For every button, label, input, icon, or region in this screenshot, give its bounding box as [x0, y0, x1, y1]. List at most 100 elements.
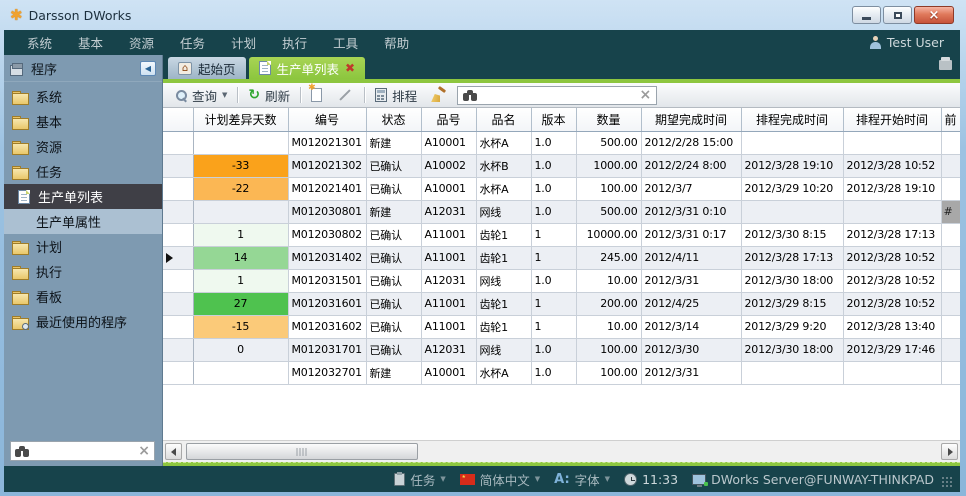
status-task-label: 任务	[410, 470, 435, 489]
row-indicator-cell	[163, 154, 193, 177]
menu-item-7[interactable]: 工具	[320, 29, 371, 56]
sidebar-items: 系统基本资源任务生产单列表生产单属性计划执行看板最近使用的程序	[4, 84, 162, 334]
table-row[interactable]: M012032701新建A10001水杯A1.0100.002012/3/31	[163, 361, 960, 384]
status-server: DWorks Server@FUNWAY-THINKPAD	[692, 472, 934, 487]
clock-icon	[624, 473, 637, 486]
close-button[interactable]: ×	[914, 6, 954, 24]
cell-sched-end-time: 2012/3/29 8:15	[741, 292, 843, 315]
column-header-2[interactable]: 编号	[288, 108, 366, 131]
menu-items: 系统基本资源任务计划执行工具帮助	[14, 29, 422, 56]
cell-code: M012031501	[288, 269, 366, 292]
cell-extra	[941, 154, 960, 177]
row-indicator-cell	[163, 269, 193, 292]
cell-sched-start-time: 2012/3/28 17:13	[843, 223, 941, 246]
sidebar-item-4[interactable]: 任务	[4, 159, 162, 184]
menu-item-8[interactable]: 帮助	[371, 29, 422, 56]
sidebar-item-3[interactable]: 资源	[4, 134, 162, 159]
toolbar-search-clear-icon[interactable]: ×	[639, 88, 651, 102]
folder-icon	[12, 316, 28, 328]
table-row[interactable]: M012030801新建A12031网线1.0500.002012/3/31 0…	[163, 200, 960, 223]
cell-sched-start-time: 2012/3/28 10:52	[843, 154, 941, 177]
table-row[interactable]: -15M012031602已确认A11001齿轮1110.002012/3/14…	[163, 315, 960, 338]
status-font-dropdown[interactable]: A: 字体 ▼	[554, 470, 610, 489]
status-task-dropdown[interactable]: 任务 ▼	[394, 470, 445, 489]
table-row[interactable]: 1M012030802已确认A11001齿轮1110000.002012/3/3…	[163, 223, 960, 246]
table-row[interactable]: M012021301新建A10001水杯A1.0500.002012/2/28 …	[163, 131, 960, 154]
table-row[interactable]: 0M012031701已确认A12031网线1.0100.002012/3/30…	[163, 338, 960, 361]
sidebar-search-input[interactable]	[34, 444, 134, 458]
sidebar-item-1[interactable]: 系统	[4, 84, 162, 109]
menu-item-5[interactable]: 计划	[218, 29, 269, 56]
status-font-label: 字体	[575, 470, 600, 489]
cell-diff-days	[193, 361, 288, 384]
column-header-4[interactable]: 品号	[421, 108, 476, 131]
sidebar-item-7[interactable]: 计划	[4, 234, 162, 259]
table-row[interactable]: 27M012031601已确认A11001齿轮11200.002012/4/25…	[163, 292, 960, 315]
cell-extra	[941, 338, 960, 361]
new-button[interactable]	[307, 86, 326, 104]
menu-item-6[interactable]: 执行	[269, 29, 320, 56]
schedule-button[interactable]: 排程	[371, 84, 421, 107]
tab-2[interactable]: 生产单列表✖	[249, 57, 366, 79]
scroll-right-button[interactable]	[941, 443, 958, 460]
cell-diff-days: -15	[193, 315, 288, 338]
row-indicator-cell	[163, 200, 193, 223]
column-header-5[interactable]: 品名	[476, 108, 531, 131]
chevron-down-icon: ▼	[222, 91, 227, 99]
resize-grip[interactable]	[942, 477, 952, 487]
menu-item-4[interactable]: 任务	[167, 29, 218, 56]
user-chip[interactable]: Test User	[869, 35, 950, 50]
table-row[interactable]: -22M012021401已确认A10001水杯A1.0100.002012/3…	[163, 177, 960, 200]
column-header-8[interactable]: 期望完成时间	[641, 108, 741, 131]
sidebar-search-clear-icon[interactable]: ×	[138, 444, 150, 458]
clear-schedule-button[interactable]	[427, 86, 451, 104]
table-row[interactable]: 14M012031402已确认A11001齿轮11245.002012/4/11…	[163, 246, 960, 269]
scrollbar-thumb[interactable]	[186, 443, 418, 460]
minimize-button[interactable]	[852, 6, 881, 24]
table-row[interactable]: 1M012031501已确认A12031网线1.010.002012/3/312…	[163, 269, 960, 292]
table-row[interactable]: -33M012021302已确认A10002水杯B1.01000.002012/…	[163, 154, 960, 177]
edit-button[interactable]	[332, 92, 358, 98]
sidebar-item-8[interactable]: 执行	[4, 259, 162, 284]
column-header-7[interactable]: 数量	[576, 108, 641, 131]
sidebar-item-6[interactable]: 生产单属性	[4, 209, 162, 234]
column-header-10[interactable]: 排程开始时间	[843, 108, 941, 131]
column-header-3[interactable]: 状态	[366, 108, 421, 131]
menu-item-2[interactable]: 基本	[65, 29, 116, 56]
cell-sched-start-time	[843, 200, 941, 223]
status-language-dropdown[interactable]: 简体中文 ▼	[460, 470, 540, 489]
column-header-11[interactable]: 前	[941, 108, 960, 131]
menu-item-1[interactable]: 系统	[14, 29, 65, 56]
close-icon: ×	[929, 9, 940, 22]
restore-icon	[894, 12, 902, 19]
cell-sched-end-time: 2012/3/29 9:20	[741, 315, 843, 338]
toolbar-search-input[interactable]	[483, 88, 634, 102]
cell-sched-end-time	[741, 361, 843, 384]
restore-button[interactable]	[883, 6, 912, 24]
sidebar-collapse-button[interactable]: ◀	[140, 61, 156, 76]
cell-sched-start-time	[843, 131, 941, 154]
column-header-1[interactable]: 计划差异天数	[193, 108, 288, 131]
sidebar-item-5[interactable]: 生产单列表	[4, 184, 162, 209]
cell-due-time: 2012/2/28 15:00	[641, 131, 741, 154]
column-header-9[interactable]: 排程完成时间	[741, 108, 843, 131]
sidebar-item-9[interactable]: 看板	[4, 284, 162, 309]
menu-item-3[interactable]: 资源	[116, 29, 167, 56]
scroll-left-button[interactable]	[165, 443, 182, 460]
server-icon	[692, 474, 706, 485]
column-header-6[interactable]: 版本	[531, 108, 576, 131]
tab-close-icon[interactable]: ✖	[345, 62, 355, 74]
query-button[interactable]: 查询 ▼	[171, 84, 231, 107]
cell-sched-end-time: 2012/3/29 10:20	[741, 177, 843, 200]
pin-icon[interactable]	[939, 60, 952, 70]
refresh-button[interactable]: ↻ 刷新	[244, 84, 294, 107]
cell-version: 1.0	[531, 154, 576, 177]
tab-1[interactable]: ⌂起始页	[168, 57, 246, 79]
cell-item-name: 齿轮1	[476, 315, 531, 338]
row-indicator-cell	[163, 338, 193, 361]
sidebar-item-2[interactable]: 基本	[4, 109, 162, 134]
sidebar-item-label: 基本	[36, 112, 62, 131]
cell-quantity: 10.00	[576, 269, 641, 292]
sidebar-item-10[interactable]: 最近使用的程序	[4, 309, 162, 334]
horizontal-scrollbar[interactable]	[163, 440, 960, 462]
